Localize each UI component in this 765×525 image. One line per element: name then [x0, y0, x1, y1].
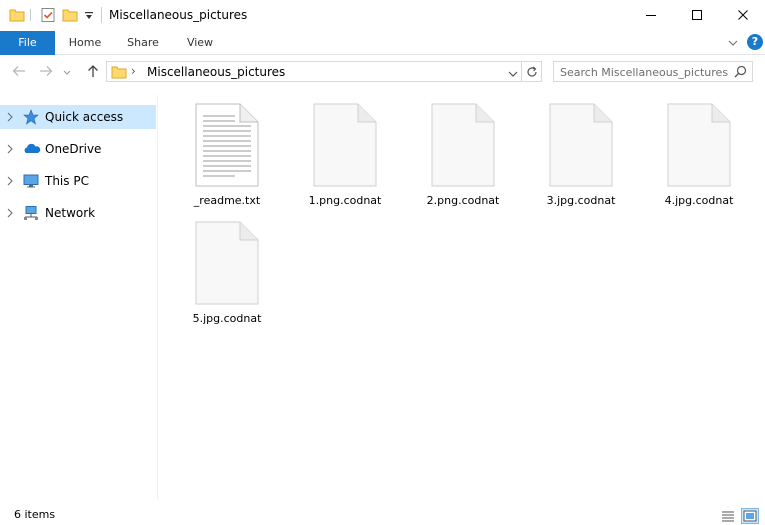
maximize-button[interactable] — [674, 0, 720, 30]
recent-locations-button[interactable] — [62, 64, 72, 82]
sidebar-item-quick-access[interactable]: Quick access — [0, 105, 156, 129]
blank-file-icon — [549, 103, 613, 190]
file-item[interactable]: 3.jpg.codnat — [531, 103, 631, 219]
toolbar-divider — [30, 9, 31, 21]
chevron-right-icon[interactable] — [6, 207, 14, 221]
folder-icon — [9, 7, 25, 26]
up-arrow-icon — [88, 65, 98, 77]
network-icon — [23, 205, 39, 224]
properties-icon[interactable] — [40, 7, 56, 26]
blank-file-icon — [313, 103, 377, 190]
file-name: 3.jpg.codnat — [546, 194, 616, 207]
breadcrumb-separator[interactable]: › — [131, 64, 136, 78]
search-icon[interactable] — [734, 65, 747, 81]
search-input[interactable] — [560, 64, 728, 80]
file-name: 1.png.codnat — [308, 194, 382, 207]
navigation-pane: Quick access OneDrive This PC Network — [0, 95, 158, 500]
blank-file-icon — [667, 103, 731, 190]
chevron-right-icon[interactable] — [6, 175, 14, 189]
sidebar-item-label: Quick access — [45, 110, 124, 124]
details-view-button[interactable] — [719, 508, 737, 524]
file-name: 4.jpg.codnat — [664, 194, 734, 207]
back-arrow-icon — [12, 66, 25, 76]
forward-arrow-icon — [40, 66, 53, 76]
large-icons-view-button[interactable] — [741, 508, 759, 524]
back-button[interactable] — [10, 62, 28, 80]
file-item[interactable]: 1.png.codnat — [295, 103, 395, 219]
folder-icon — [111, 64, 127, 83]
new-folder-icon[interactable] — [62, 7, 78, 26]
breadcrumb-folder[interactable]: Miscellaneous_pictures — [147, 65, 285, 79]
chevron-right-icon[interactable] — [6, 143, 14, 157]
window-title: Miscellaneous_pictures — [109, 8, 248, 22]
forward-button[interactable] — [37, 62, 55, 80]
up-button[interactable] — [84, 62, 102, 80]
sidebar-item-onedrive[interactable]: OneDrive — [0, 137, 156, 161]
customize-toolbar-dropdown-icon[interactable] — [84, 10, 94, 24]
address-dropdown-icon[interactable] — [508, 67, 518, 81]
file-item[interactable]: 5.jpg.codnat — [177, 221, 277, 337]
close-icon — [738, 10, 748, 20]
tab-view[interactable]: View — [175, 31, 225, 55]
address-bar[interactable]: › Miscellaneous_pictures — [106, 61, 522, 82]
file-item[interactable]: _readme.txt — [177, 103, 277, 219]
refresh-icon — [526, 66, 537, 77]
title-bar: Miscellaneous_pictures — [0, 0, 765, 31]
sidebar-item-network[interactable]: Network — [0, 201, 156, 225]
close-button[interactable] — [720, 0, 765, 30]
help-icon[interactable]: ? — [747, 34, 763, 50]
large-icons-view-icon — [743, 510, 757, 522]
item-count: 6 items — [14, 508, 56, 521]
tab-file[interactable]: File — [0, 31, 55, 55]
cloud-icon — [23, 141, 41, 160]
ribbon: File Home Share View ? — [0, 31, 765, 55]
minimize-icon — [646, 15, 656, 16]
expand-ribbon-icon[interactable] — [727, 37, 739, 51]
details-view-icon — [722, 511, 734, 522]
sidebar-item-this-pc[interactable]: This PC — [0, 169, 156, 193]
maximize-icon — [692, 10, 702, 20]
file-name: 2.png.codnat — [426, 194, 500, 207]
blank-file-icon — [195, 221, 259, 308]
star-icon — [23, 109, 39, 128]
chevron-right-icon[interactable] — [6, 111, 14, 125]
search-box[interactable] — [553, 61, 753, 82]
status-bar: 6 items — [0, 505, 765, 525]
title-divider — [101, 7, 102, 23]
sidebar-item-label: This PC — [45, 174, 89, 188]
file-name: _readme.txt — [193, 194, 261, 207]
file-name: 5.jpg.codnat — [192, 312, 262, 325]
minimize-button[interactable] — [628, 0, 674, 30]
tab-home[interactable]: Home — [60, 31, 110, 55]
monitor-icon — [23, 173, 39, 192]
refresh-button[interactable] — [522, 61, 542, 82]
blank-file-icon — [431, 103, 495, 190]
chevron-down-icon — [63, 70, 71, 75]
sidebar-item-label: Network — [45, 206, 96, 220]
sidebar-item-label: OneDrive — [45, 142, 102, 156]
file-item[interactable]: 4.jpg.codnat — [649, 103, 749, 219]
file-item[interactable]: 2.png.codnat — [413, 103, 513, 219]
tab-share[interactable]: Share — [118, 31, 168, 55]
text-file-icon — [195, 103, 259, 190]
